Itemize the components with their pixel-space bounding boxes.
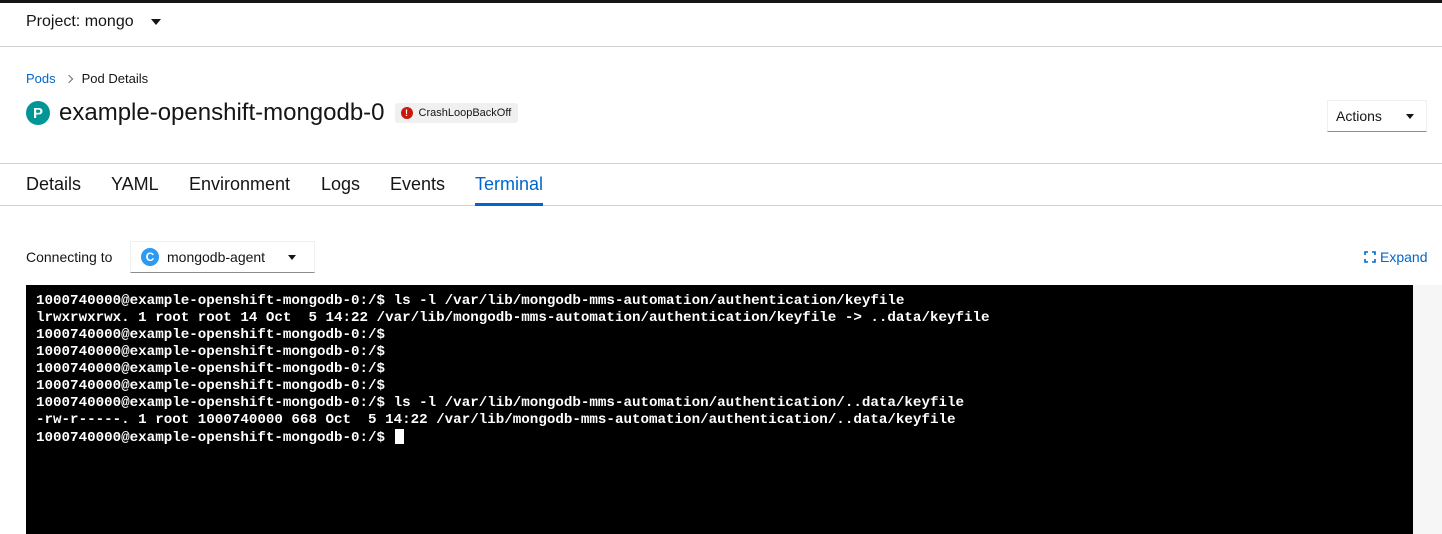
tab-bar: Details YAML Environment Logs Events Ter… (0, 163, 1442, 206)
expand-icon (1364, 251, 1376, 263)
tab-events[interactable]: Events (390, 174, 445, 195)
terminal-prompt: 1000740000@example-openshift-mongodb-0:/… (36, 430, 394, 446)
expand-button[interactable]: Expand (1364, 249, 1427, 265)
tab-environment[interactable]: Environment (189, 174, 290, 195)
terminal-line: -rw-r-----. 1 root 1000740000 668 Oct 5 … (36, 412, 956, 428)
project-selector[interactable]: Project: mongo (26, 13, 161, 31)
page-title: example-openshift-mongodb-0 (59, 99, 385, 126)
breadcrumb-current: Pod Details (81, 71, 149, 86)
container-resource-icon: C (141, 248, 159, 266)
chevron-right-icon (64, 74, 73, 83)
tab-logs[interactable]: Logs (321, 174, 360, 195)
page-scrollbar[interactable] (1413, 285, 1442, 534)
container-selector[interactable]: C mongodb-agent (130, 241, 315, 273)
caret-down-icon (1406, 114, 1414, 119)
breadcrumb: Pods Pod Details (26, 71, 148, 86)
terminal-line: 1000740000@example-openshift-mongodb-0:/… (36, 293, 905, 309)
tab-yaml[interactable]: YAML (111, 174, 159, 195)
terminal-prompt-line: 1000740000@example-openshift-mongodb-0:/… (36, 429, 1413, 446)
caret-down-icon (150, 19, 161, 25)
pod-details-page: Project: mongo Pods Pod Details P exampl… (0, 0, 1442, 534)
project-bar: Project: mongo (0, 3, 1442, 47)
terminal-line: 1000740000@example-openshift-mongodb-0:/… (36, 344, 386, 360)
actions-label: Actions (1336, 108, 1382, 124)
terminal-cursor (394, 429, 404, 444)
terminal-line: 1000740000@example-openshift-mongodb-0:/… (36, 395, 965, 411)
terminal-line: 1000740000@example-openshift-mongodb-0:/… (36, 361, 386, 377)
tab-details[interactable]: Details (26, 174, 81, 195)
terminal-console[interactable]: 1000740000@example-openshift-mongodb-0:/… (26, 285, 1413, 534)
caret-down-icon (288, 255, 296, 260)
project-selector-label: Project: mongo (26, 13, 134, 30)
status-badge: ! CrashLoopBackOff (394, 103, 519, 123)
breadcrumb-pods-link[interactable]: Pods (26, 71, 56, 86)
terminal-line: lrwxrwxrwx. 1 root root 14 Oct 5 14:22 /… (36, 310, 990, 326)
container-name: mongodb-agent (167, 249, 266, 265)
expand-label: Expand (1380, 249, 1428, 265)
connecting-to-label: Connecting to (26, 249, 113, 265)
page-heading: P example-openshift-mongodb-0 ! CrashLoo… (26, 99, 519, 127)
pod-resource-icon: P (26, 101, 50, 125)
tab-terminal[interactable]: Terminal (475, 174, 543, 195)
terminal-line: 1000740000@example-openshift-mongodb-0:/… (36, 327, 386, 343)
status-label: CrashLoopBackOff (418, 107, 512, 119)
terminal-line: 1000740000@example-openshift-mongodb-0:/… (36, 378, 386, 394)
actions-dropdown[interactable]: Actions (1327, 100, 1427, 132)
active-tab-indicator (475, 203, 543, 206)
error-circle-icon: ! (400, 107, 413, 119)
